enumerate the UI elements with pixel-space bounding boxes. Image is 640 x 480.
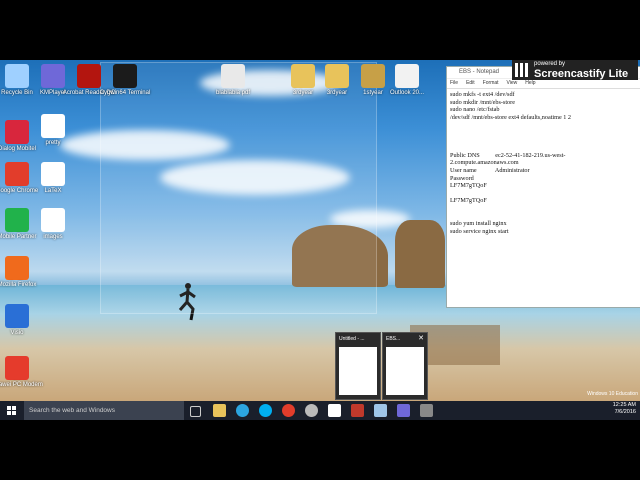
system-tray[interactable]: 12:25 AM 7/6/2016 <box>613 402 636 416</box>
desktop-icon[interactable]: Visio <box>0 304 46 337</box>
network-app-icon[interactable] <box>420 404 433 417</box>
app-icon <box>41 162 65 186</box>
screencastify-badge: powered by Screencastify Lite <box>512 60 638 80</box>
chrome-icon[interactable] <box>282 404 295 417</box>
app-icon <box>113 64 137 88</box>
task-view-icon[interactable] <box>190 406 201 417</box>
taskbar-thumbnail-untitled[interactable]: Untitled - ... <box>335 332 381 400</box>
clock-date: 7/6/2016 <box>614 409 636 415</box>
desktop-icon-label: Mozilla Firefox <box>0 282 37 288</box>
app-icon <box>221 64 245 88</box>
search-box[interactable]: Search the web and Windows <box>24 401 184 420</box>
file-explorer-icon[interactable] <box>213 404 226 417</box>
letterbox-top <box>0 0 640 60</box>
notepad-window[interactable]: EBS - Notepad File Edit Format View Help… <box>446 66 640 308</box>
menu-view[interactable]: View <box>507 79 518 88</box>
app-icon <box>5 304 29 328</box>
notepad-menubar: File Edit Format View Help <box>447 79 640 89</box>
desktop-icon[interactable]: blablabla pdf <box>204 64 262 97</box>
skype-icon[interactable] <box>259 404 272 417</box>
desktop-icon-label: pretty <box>45 140 61 146</box>
clock-time: 12:25 AM <box>612 402 636 408</box>
thumbnail-preview <box>339 347 377 395</box>
desktop-icon-label: Huawei PC Modem <box>0 382 43 388</box>
thumbnail-preview <box>386 347 424 395</box>
menu-help[interactable]: Help <box>525 79 535 88</box>
clapper-icon[interactable] <box>328 404 341 417</box>
desktop-icon-label: blablabla pdf <box>215 90 251 96</box>
desktop-icon[interactable]: images <box>24 208 82 241</box>
app-red-icon[interactable] <box>351 404 364 417</box>
desktop-icon[interactable]: Outlook 20... <box>378 64 436 97</box>
settings-gear-icon[interactable] <box>305 404 318 417</box>
desktop-icon[interactable]: Huawei PC Modem <box>0 356 46 389</box>
menu-file[interactable]: File <box>450 79 458 88</box>
thumbnail-title: Untitled - ... <box>339 336 365 342</box>
close-icon[interactable]: ✕ <box>418 334 424 342</box>
desktop-icon-label: LaTeX <box>44 188 62 194</box>
screencastify-powered-by: powered by <box>534 61 566 67</box>
desktop-icon-label: images <box>43 234 63 240</box>
desktop-icon-label: Outlook 20... <box>389 90 425 96</box>
menu-format[interactable]: Format <box>483 79 499 88</box>
app-icon <box>41 114 65 138</box>
app-icon <box>5 356 29 380</box>
notepad-text-area[interactable]: sudo mkfs -t ext4 /dev/sdf sudo mkdir /m… <box>447 89 640 237</box>
windows-edition-watermark: Windows 10 Education <box>587 391 638 397</box>
desktop-icon[interactable]: Cygwin64 Terminal <box>96 64 154 97</box>
desktop-icon-label: Cygwin64 Terminal <box>99 90 151 96</box>
desktop-icon[interactable]: Mozilla Firefox <box>0 256 46 289</box>
app-icon <box>5 256 29 280</box>
menu-edit[interactable]: Edit <box>466 79 475 88</box>
transparent-window-preview <box>100 62 377 314</box>
start-button[interactable] <box>0 401 24 420</box>
taskbar-thumbnail-ebs[interactable]: EBS... ✕ <box>382 332 428 400</box>
screencastify-name: Screencastify Lite <box>534 68 629 80</box>
app-icon <box>41 208 65 232</box>
desktop-icon-label: Visio <box>10 330 24 336</box>
desktop-icon[interactable]: LaTeX <box>24 162 82 195</box>
telegram-icon[interactable] <box>236 404 249 417</box>
taskbar: Search the web and Windows 12:25 AM 7/6/… <box>0 401 640 420</box>
desktop-icon-label: Dialog Mobitel <box>0 146 37 152</box>
screencastify-logo-icon <box>515 63 530 77</box>
app-icon <box>395 64 419 88</box>
rock-arch <box>395 220 445 288</box>
kmplayer-taskbar-icon[interactable] <box>397 404 410 417</box>
desktop-icon[interactable]: pretty <box>24 114 82 147</box>
letterbox-bottom <box>0 420 640 480</box>
notepad-taskbar-icon[interactable] <box>374 404 387 417</box>
